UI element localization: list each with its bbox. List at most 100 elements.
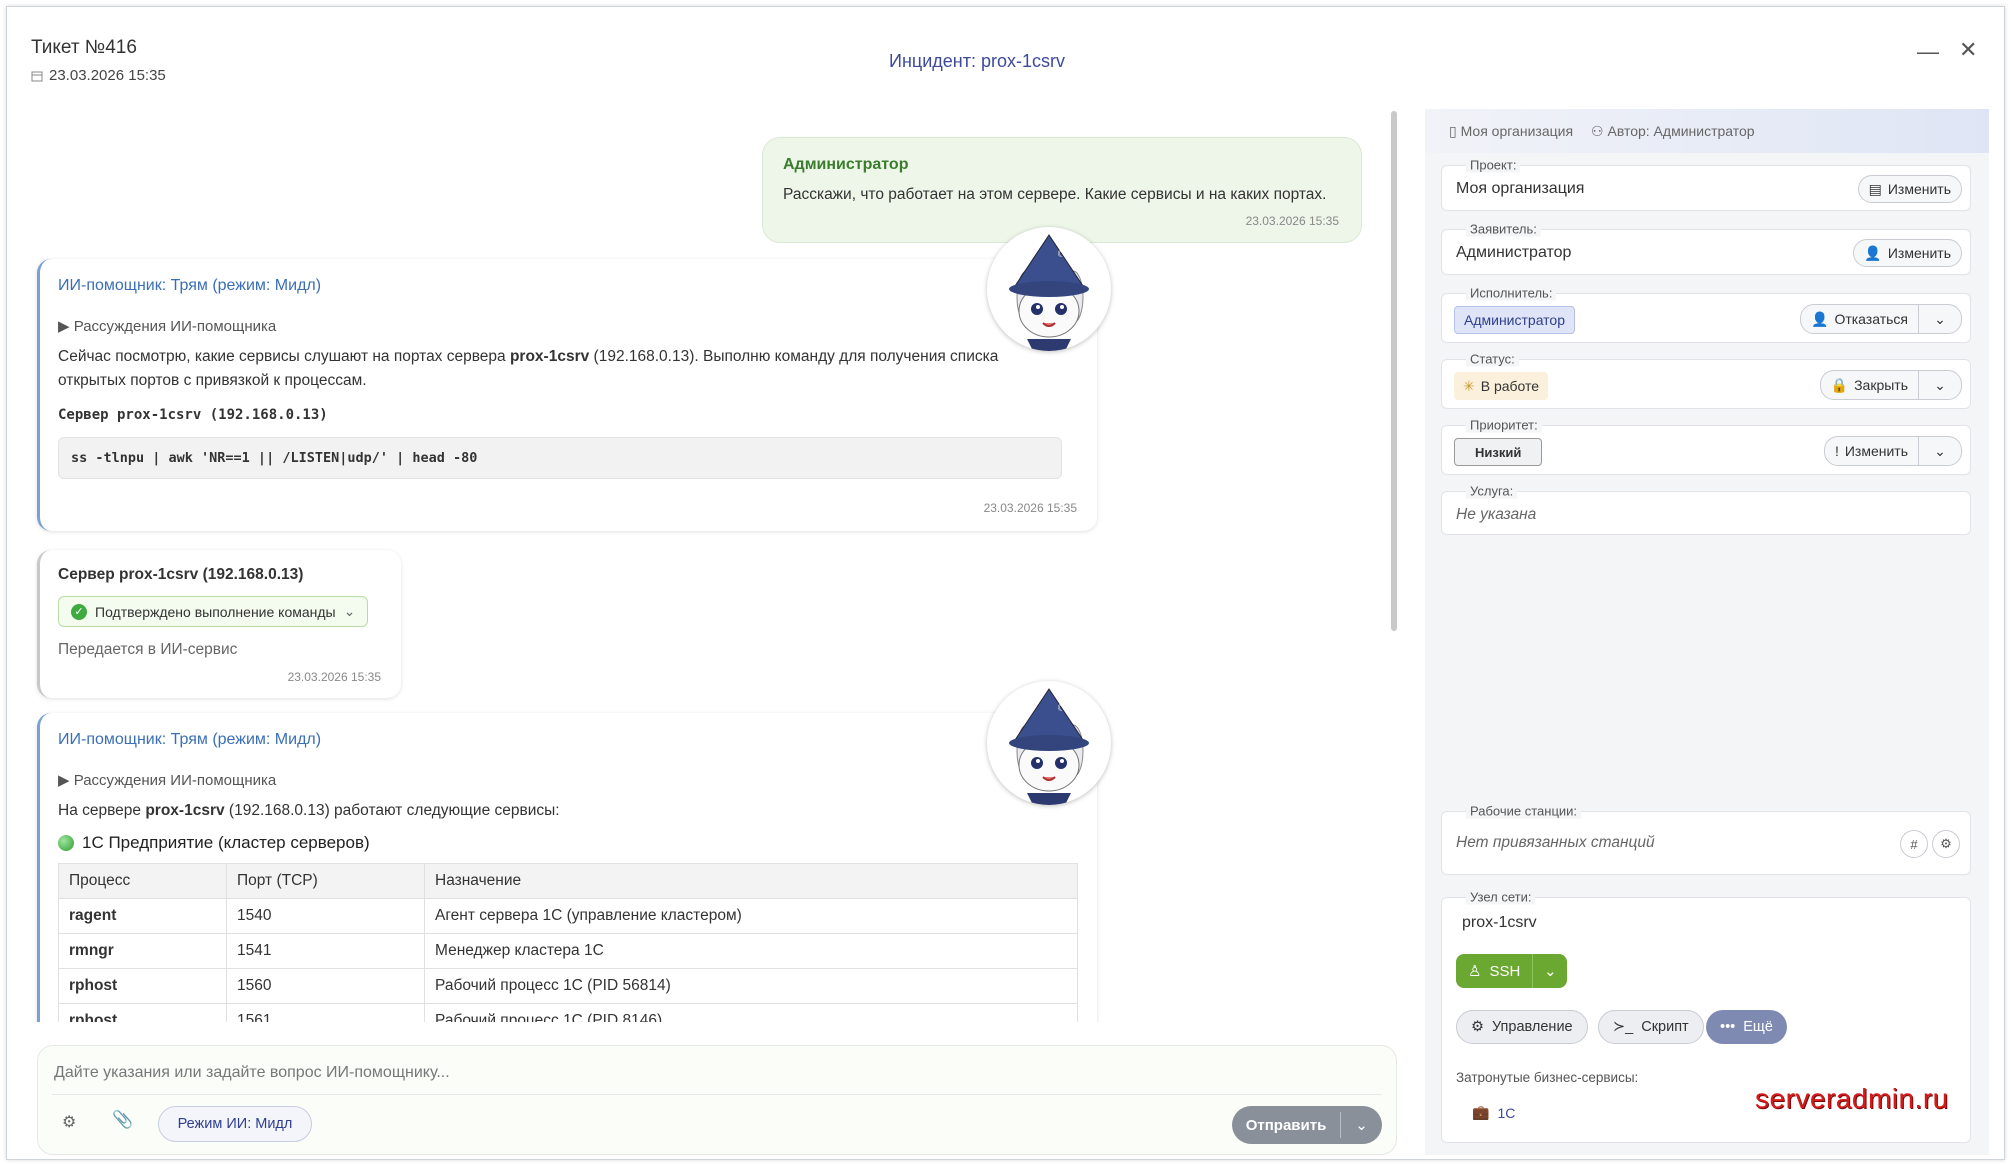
- more-button[interactable]: ••• Ещё: [1706, 1010, 1787, 1044]
- button-label: Отказаться: [1834, 311, 1908, 327]
- service-field[interactable]: Услуга: Не указана: [1441, 483, 1971, 535]
- table-cell: 1560: [226, 968, 425, 1004]
- decline-button[interactable]: 👤 Отказаться: [1801, 305, 1919, 333]
- chat-area[interactable]: Администратор Расскажи, что работает на …: [35, 107, 1397, 1022]
- linux-icon: ♙: [1468, 963, 1482, 980]
- field-value: Нет привязанных станций: [1456, 834, 1655, 851]
- check-icon: ✓: [71, 603, 87, 620]
- field-value: Моя организация: [1456, 180, 1585, 197]
- spinner-icon: ✳: [1463, 377, 1475, 394]
- building-icon: ▯: [1449, 122, 1457, 139]
- project-field: Проект: Моя организация ▤ Изменить: [1441, 157, 1971, 211]
- terminal-icon: ≻_: [1613, 1019, 1634, 1035]
- confirm-server: Сервер prox-1csrv (192.168.0.13): [58, 566, 304, 583]
- table-row: rphost 1560 Рабочий процесс 1С (PID 56814): [58, 968, 1078, 1004]
- button-label: Изменить: [1887, 181, 1951, 197]
- business-services-label: Затронутые бизнес-сервисы:: [1456, 1070, 1639, 1085]
- close-icon[interactable]: ✕: [1959, 37, 1977, 63]
- table-cell: 1541: [226, 933, 425, 969]
- org-name: Моя организация: [1460, 122, 1574, 139]
- building-icon: ▤: [1868, 180, 1882, 197]
- chevron-down-icon[interactable]: ⌄: [1919, 371, 1961, 399]
- requester-field: Заявитель: Администратор 👤 Изменить: [1441, 221, 1971, 275]
- message-input[interactable]: Дайте указания или задайте вопрос ИИ-пом…: [54, 1064, 450, 1082]
- hash-icon[interactable]: #: [1900, 830, 1928, 858]
- chevron-down-icon[interactable]: ⌄: [1919, 305, 1961, 333]
- chevron-down-icon[interactable]: ⌄: [1341, 1116, 1382, 1134]
- composer: Дайте указания или задайте вопрос ИИ-пом…: [37, 1045, 1397, 1155]
- button-label: Закрыть: [1854, 377, 1908, 393]
- ai-text-bold: prox-1csrv: [145, 802, 225, 819]
- user-message: Администратор Расскажи, что работает на …: [762, 137, 1362, 243]
- change-requester-button[interactable]: 👤 Изменить: [1853, 239, 1962, 267]
- user-edit-icon: 👤: [1864, 244, 1882, 261]
- paperclip-icon[interactable]: 📎: [112, 1110, 133, 1130]
- table-header: Назначение: [424, 863, 1078, 899]
- ssh-button: ♙ SSH ⌄: [1456, 954, 1568, 988]
- field-value: Администратор: [1456, 244, 1572, 261]
- table-cell: Рабочий процесс 1С (PID 8146): [424, 1003, 1078, 1022]
- command-confirm-card: Сервер prox-1csrv (192.168.0.13) ✓ Подтв…: [37, 550, 401, 698]
- change-project-button[interactable]: ▤ Изменить: [1857, 175, 1962, 203]
- button-label: Скрипт: [1641, 1019, 1689, 1035]
- manage-button[interactable]: ⚙ Управление: [1456, 1010, 1588, 1044]
- ai-text-bold: prox-1csrv: [509, 348, 590, 365]
- change-priority-button[interactable]: ! Изменить: [1825, 437, 1919, 465]
- ai-message: ИИ-помощник: Трям (режим: Мидл) ▶ Рассуж…: [37, 259, 1097, 531]
- confirm-text: Передается в ИИ-сервис: [58, 641, 238, 658]
- table-cell: ragent: [58, 898, 227, 934]
- business-service-name: 1С: [1497, 1104, 1516, 1121]
- script-button[interactable]: ≻_ Скрипт: [1598, 1010, 1704, 1044]
- wizard-rabbit-icon: ☾: [1009, 234, 1089, 351]
- table-cell: Агент сервера 1С (управление кластером): [424, 898, 1078, 934]
- ssh-connect-button[interactable]: ♙ SSH: [1456, 954, 1534, 988]
- table-cell: rmngr: [58, 933, 227, 969]
- field-label: Заявитель:: [1466, 221, 1541, 237]
- reasoning-toggle[interactable]: ▶ Рассуждения ИИ-помощника: [58, 771, 1079, 789]
- gear-icon[interactable]: ⚙: [1932, 830, 1960, 858]
- status-field: Статус: ✳ В работе 🔒 Закрыть ⌄: [1441, 351, 1971, 409]
- message-time: 23.03.2026 15:35: [983, 501, 1077, 515]
- field-label: Рабочие станции:: [1466, 803, 1582, 819]
- services-table: Процесс Порт (TCP) Назначение ragent 1540…: [58, 863, 1078, 1022]
- chevron-down-icon[interactable]: ⌄: [1533, 954, 1567, 988]
- button-label: Изменить: [1844, 443, 1908, 459]
- chat-scrollbar[interactable]: [1391, 111, 1397, 631]
- gear-icon[interactable]: ⚙: [62, 1112, 76, 1132]
- executor-tag[interactable]: Администратор: [1454, 306, 1576, 334]
- wizard-rabbit-icon: ☾: [1009, 688, 1089, 805]
- svg-text:☾: ☾: [1057, 249, 1066, 260]
- incident-title: Инцидент: prox-1csrv: [889, 51, 1065, 71]
- watermark: serveradmin.ru: [1755, 1083, 1949, 1114]
- confirm-badge[interactable]: ✓ Подтверждено выполнение команды ⌄: [58, 596, 369, 627]
- field-label: Узел сети:: [1466, 889, 1536, 905]
- table-cell: 1561: [226, 1003, 425, 1022]
- ai-text-part: На сервере: [58, 802, 146, 819]
- ai-mode-button[interactable]: Режим ИИ: Мидл: [158, 1106, 312, 1142]
- business-service-item[interactable]: 💼 1С: [1472, 1104, 1515, 1121]
- send-button[interactable]: Отправить ⌄: [1232, 1106, 1382, 1144]
- minimize-icon[interactable]: —: [1917, 39, 1939, 65]
- priority-field: Приоритет: Низкий ! Изменить ⌄: [1441, 417, 1971, 475]
- close-ticket-button[interactable]: 🔒 Закрыть: [1821, 371, 1919, 399]
- ticket-sidebar: ▯ Моя организация ⚇ Автор: Администратор…: [1425, 109, 1989, 1155]
- service-section-title: 1С Предприятие (кластер серверов): [58, 833, 1079, 853]
- ticket-window: Тикет №416 23.03.2026 15:35 Инцидент: pr…: [6, 6, 2005, 1160]
- confirm-badge-label: Подтверждено выполнение команды: [95, 603, 336, 620]
- green-circle-icon: [58, 835, 74, 851]
- send-label: Отправить: [1245, 1116, 1327, 1134]
- ssh-label: SSH: [1489, 962, 1521, 980]
- table-row: rphost 1561 Рабочий процесс 1С (PID 8146): [58, 1003, 1078, 1022]
- section-title-text: 1С Предприятие (кластер серверов): [82, 833, 370, 852]
- workstations-field: Рабочие станции: Нет привязанных станций…: [1441, 803, 1971, 875]
- user-icon: ⚇: [1591, 122, 1604, 139]
- priority-actions: ! Изменить ⌄: [1823, 436, 1962, 466]
- message-text: Расскажи, что работает на этом сервере. …: [783, 186, 1327, 203]
- org-info: ▯ Моя организация: [1449, 123, 1573, 140]
- reasoning-toggle[interactable]: ▶ Рассуждения ИИ-помощника: [58, 317, 1079, 335]
- priority-tag: Низкий: [1454, 438, 1543, 466]
- panel-header: ▯ Моя организация ⚇ Автор: Администратор: [1425, 109, 1989, 153]
- author-info: ⚇ Автор: Администратор: [1591, 123, 1755, 140]
- chevron-down-icon[interactable]: ⌄: [1919, 437, 1961, 465]
- ai-text-part: Сейчас посмотрю, какие сервисы слушают н…: [58, 348, 510, 365]
